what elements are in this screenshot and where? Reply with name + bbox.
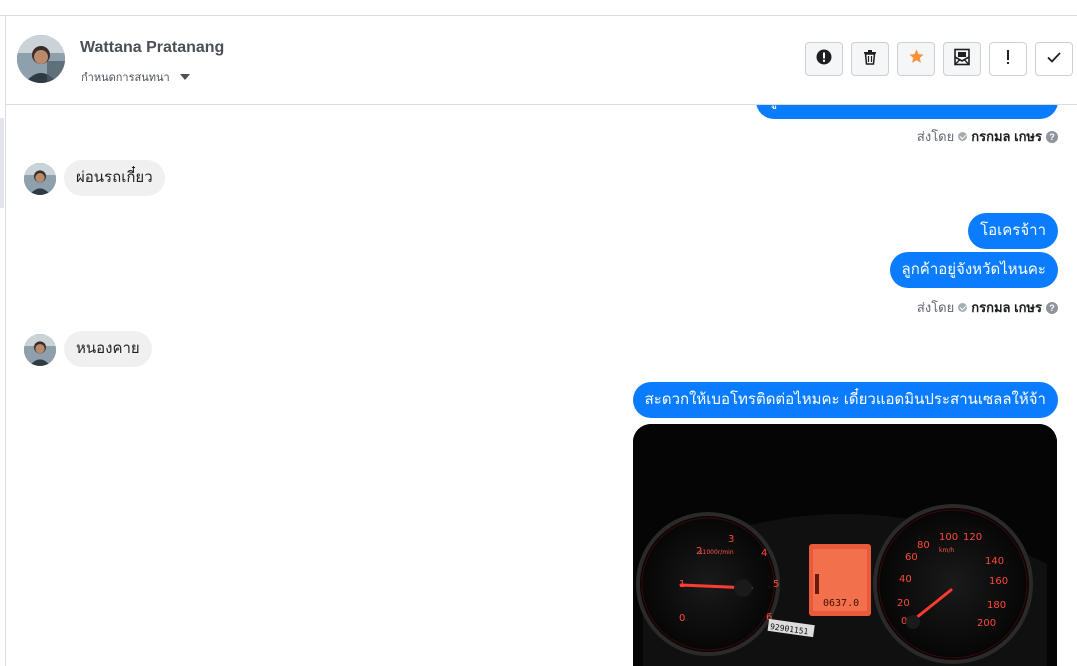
star-button[interactable] [897,42,935,76]
help-icon[interactable]: ? [1046,130,1058,143]
help-icon[interactable]: ? [1046,301,1058,314]
delete-button[interactable] [851,42,889,76]
message-bubble-out[interactable]: โอเครจ้าา [968,213,1058,249]
rpm-tick: 0 [679,613,685,624]
conversation-header: Wattana Pratanang กำหนดการสนทนา [5,16,1077,105]
envelope-icon [953,48,971,71]
unread-button[interactable] [943,42,981,76]
sender-name[interactable]: กรกมล เกษร [971,126,1042,147]
top-bar [0,0,1077,16]
sender-name[interactable]: กรกมล เกษร [971,297,1042,318]
sent-by-row: ส่งโดย กรกมล เกษร ? [917,126,1058,147]
sent-by-label: ส่งโดย [916,129,955,144]
sent-by-label: ส่งโดย [916,300,955,315]
speed-tick: 140 [985,556,1004,567]
speed-unit-label: km/h [939,547,954,554]
checkmark-icon [1046,49,1062,70]
rpm-tick: 2 [696,546,702,557]
check-icon [958,132,968,141]
speed-tick: 200 [977,618,996,629]
rpm-tick: 5 [773,579,779,590]
header-actions [805,42,1073,76]
speed-tick: 60 [905,552,918,563]
speed-tick: 40 [899,574,912,585]
sent-by-row: ส่งโดย กรกมล เกษร ? [917,297,1058,318]
rpm-tick: 3 [728,534,734,545]
speed-tick: 20 [897,598,910,609]
message-bubble-out[interactable]: ลูกค้าสะดวกติดต่อให้เบอร์โทรติดต่อไหมคะ [756,105,1058,119]
conversation-label-dropdown[interactable]: กำหนดการสนทนา [81,68,190,86]
exclamation-icon [1005,49,1011,70]
rpm-tick: 4 [761,548,767,559]
message-bubble-in[interactable]: ผ่อนรถเกี๋ยว [64,160,165,196]
star-icon [908,48,925,70]
dashboard-photo[interactable]: 0637.0 x1000r/min 0 1 2 3 4 5 6 92901151… [633,424,1057,666]
speed-tick: 80 [917,540,930,551]
avatar[interactable] [24,334,56,366]
important-button[interactable] [989,42,1027,76]
contact-name[interactable]: Wattana Pratanang [80,39,224,57]
speed-tick: 120 [963,532,982,543]
speed-tick: 180 [987,600,1006,611]
check-icon [958,303,968,312]
conversation-label-text: กำหนดการสนทนา [81,72,170,84]
message-bubble-out[interactable]: สะดวกให้เบอโทรติดต่อไหมคะ เดี๋ยวแอดมินปร… [632,382,1058,418]
speed-tick: 160 [989,576,1008,587]
message-thread: ลูกค้าสะดวกติดต่อให้เบอร์โทรติดต่อไหมคะ … [5,105,1077,666]
message-bubble-in[interactable]: หนองคาย [64,331,152,367]
avatar[interactable] [24,163,56,195]
rpm-unit-label: x1000r/min [699,549,734,556]
scroll-indicator[interactable] [0,118,4,208]
alert-circle-icon [816,49,832,70]
done-button[interactable] [1035,42,1073,76]
odometer-readout: 0637.0 [823,598,859,609]
avatar[interactable] [17,35,65,83]
speed-tick: 100 [939,532,958,543]
trash-icon [862,49,878,70]
message-bubble-out[interactable]: ลูกค้าอยู่จังหวัดไหนคะ [889,252,1058,288]
report-button[interactable] [805,42,843,76]
caret-down-icon [179,74,190,80]
